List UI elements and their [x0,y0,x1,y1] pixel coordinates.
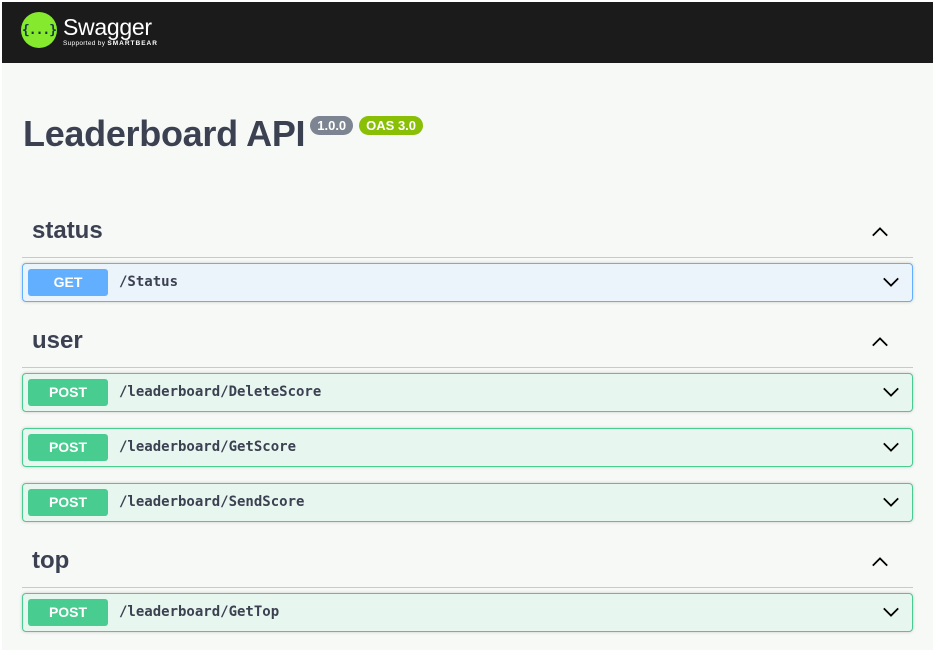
top-bar: {...} Swagger Supported by SMARTBEAR [2,2,933,63]
section-status: status GET /Status [22,205,913,302]
section-header-top[interactable]: top [22,535,913,588]
section-title: status [32,217,103,244]
chevron-down-icon[interactable] [882,438,900,456]
section-top: top POST /leaderboard/GetTop [22,535,913,632]
logo-sub-prefix: Supported by [63,40,106,47]
operation-row[interactable]: POST /leaderboard/SendScore [22,483,913,522]
method-badge: POST [28,489,108,516]
section-header-status[interactable]: status [22,205,913,258]
section-user: user POST /leaderboard/DeleteScore POST … [22,315,913,522]
operation-row[interactable]: POST /leaderboard/GetScore [22,428,913,467]
operation-path: /leaderboard/SendScore [119,494,305,510]
section-header-user[interactable]: user [22,315,913,368]
operation-path: /leaderboard/GetScore [119,439,297,455]
chevron-up-icon[interactable] [871,223,889,241]
operation-path: /Status [119,274,179,290]
logo-sub-brand: SMARTBEAR [107,40,158,47]
logo-text: Swagger Supported by SMARTBEAR [63,12,158,47]
operation-row[interactable]: POST /leaderboard/DeleteScore [22,373,913,412]
swagger-logo[interactable]: {...} Swagger Supported by SMARTBEAR [21,12,158,48]
logo-subtitle: Supported by SMARTBEAR [63,40,158,47]
chevron-up-icon[interactable] [871,333,889,351]
operation-path: /leaderboard/GetTop [119,604,280,620]
api-info: Leaderboard API 1.0.0 OAS 3.0 [23,112,424,156]
swagger-ui: {...} Swagger Supported by SMARTBEAR Lea… [2,2,933,650]
method-badge: GET [28,269,108,296]
chevron-down-icon[interactable] [882,603,900,621]
section-title: user [32,327,83,354]
version-badge: 1.0.0 [310,116,354,135]
chevron-down-icon[interactable] [882,493,900,511]
method-badge: POST [28,599,108,626]
method-badge: POST [28,379,108,406]
section-title: top [32,547,70,574]
operation-row[interactable]: GET /Status [22,263,913,302]
swagger-logo-icon: {...} [21,12,57,48]
method-badge: POST [28,434,108,461]
chevron-down-icon[interactable] [882,273,900,291]
oas-badge: OAS 3.0 [359,116,424,135]
chevron-up-icon[interactable] [871,553,889,571]
operation-path: /leaderboard/DeleteScore [119,384,322,400]
operation-row[interactable]: POST /leaderboard/GetTop [22,593,913,632]
logo-name: Swagger [63,14,152,40]
chevron-down-icon[interactable] [882,383,900,401]
page-title: Leaderboard API [23,113,306,154]
